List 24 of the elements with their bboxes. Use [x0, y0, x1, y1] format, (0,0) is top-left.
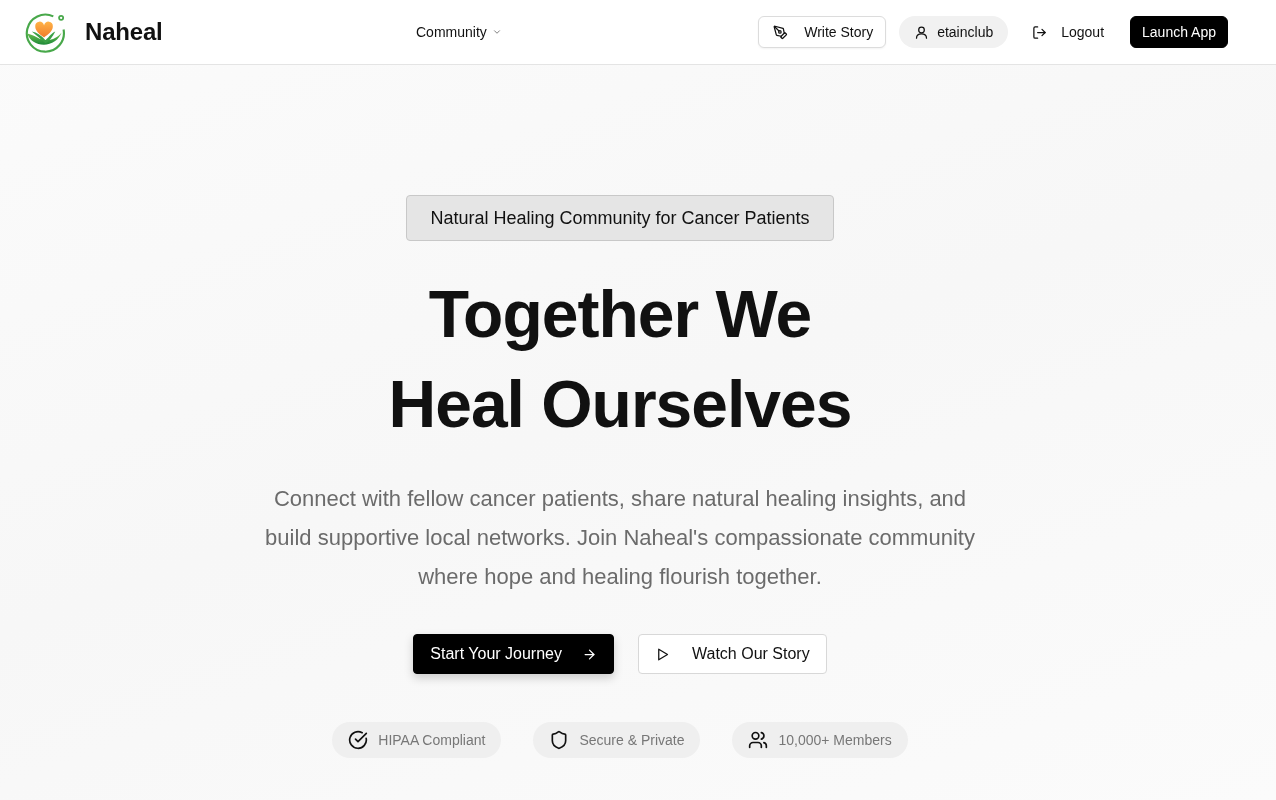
pen-tool-icon	[773, 24, 789, 40]
write-story-button[interactable]: Write Story	[758, 16, 887, 48]
users-icon	[748, 730, 769, 750]
logo-icon	[24, 11, 67, 53]
hero-title: Together We Heal Ourselves	[388, 276, 852, 443]
start-journey-button[interactable]: Start Your Journey	[413, 634, 614, 674]
watch-story-button[interactable]: Watch Our Story	[638, 634, 827, 674]
launch-app-button[interactable]: Launch App	[1130, 16, 1228, 48]
nav-dropdown[interactable]: Community	[412, 18, 506, 46]
play-icon	[655, 646, 670, 662]
user-icon	[914, 24, 930, 40]
arrow-right-icon	[582, 646, 597, 662]
feature-pill: Secure & Private	[533, 722, 701, 758]
chevron-down-icon	[491, 27, 502, 37]
hero-description: Connect with fellow cancer patients, share natural healing insights, and build supportive local networks. Join Naheal's compassionate community where hope and healing flourish together.	[264, 485, 976, 591]
user-menu-button[interactable]: etainclub	[899, 16, 1009, 48]
feature-pill: HIPAA Compliant	[332, 722, 502, 758]
tagline-badge: Natural Healing Community for Cancer Patients	[406, 195, 834, 241]
logout-button[interactable]: Logout	[1021, 16, 1116, 48]
brand-name[interactable]: Naheal	[85, 18, 163, 46]
check-circle-icon	[348, 730, 369, 750]
shield-icon	[549, 730, 570, 750]
logout-icon	[1032, 24, 1048, 40]
feature-pill: 10,000+ Members	[732, 722, 908, 758]
